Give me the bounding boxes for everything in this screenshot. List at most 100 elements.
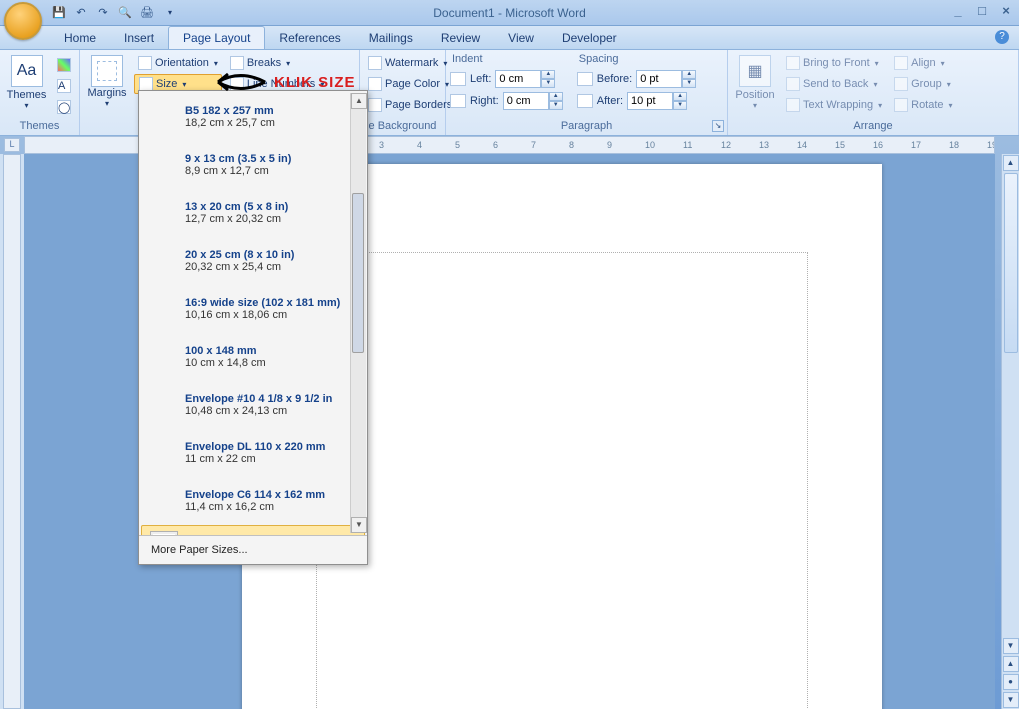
page-borders-button[interactable]: Page Borders [364,95,456,115]
help-icon[interactable]: ? [995,30,1009,44]
bring-front-icon [786,56,800,70]
align-icon [894,56,908,70]
colors-icon [57,58,71,72]
size-option[interactable]: 9 x 13 cm (3.5 x 5 in)8,9 cm x 12,7 cm [139,141,367,189]
office-button[interactable] [4,2,42,40]
spin-up[interactable]: ▲ [549,92,563,101]
size-option[interactable]: 13 x 20 cm (5 x 8 in)12,7 cm x 20,32 cm [139,189,367,237]
tab-insert[interactable]: Insert [110,27,168,49]
indent-right-input[interactable] [503,92,549,110]
scroll-down-button[interactable]: ▼ [1003,638,1019,654]
spin-down[interactable]: ▼ [682,79,696,88]
group-button[interactable]: Group [890,74,956,94]
theme-colors-button[interactable] [53,55,75,75]
paragraph-launcher[interactable]: ↘ [712,120,724,132]
tab-view[interactable]: View [494,27,548,49]
rotate-icon [894,98,908,112]
tab-references[interactable]: References [265,27,354,49]
theme-effects-button[interactable]: ◯ [53,97,75,117]
size-name: B5 182 x 257 mm [185,105,275,117]
spin-up[interactable]: ▲ [541,70,555,79]
size-scroll-thumb[interactable] [352,193,364,353]
scroll-thumb[interactable] [1004,173,1018,353]
themes-icon: Aa [11,55,43,87]
minimize-button[interactable]: _ [951,3,965,18]
spacing-before-input[interactable] [636,70,682,88]
size-dims: 10,16 cm x 18,06 cm [185,309,340,321]
tab-review[interactable]: Review [427,27,494,49]
more-paper-sizes[interactable]: More Paper Sizes... [139,535,367,564]
size-option[interactable]: 100 x 148 mm10 cm x 14,8 cm [139,333,367,381]
size-dims: 8,9 cm x 12,7 cm [185,165,291,177]
size-option[interactable]: Envelope DL 110 x 220 mm11 cm x 22 cm [139,429,367,477]
save-icon[interactable]: 💾 [50,4,68,22]
margins-button[interactable]: Margins▾ [84,53,130,115]
indent-left-row: Left: ▲▼ [450,68,563,89]
restore-button[interactable]: □ [975,3,989,18]
size-name: Envelope C6 114 x 162 mm [185,489,325,501]
print-preview-icon[interactable]: 🔍 [116,4,134,22]
text-wrapping-button[interactable]: Text Wrapping [782,95,886,115]
browse-prev-button[interactable]: ▲ [1003,656,1019,672]
rotate-button[interactable]: Rotate [890,95,956,115]
spin-down[interactable]: ▼ [549,101,563,110]
size-option[interactable]: B5 182 x 257 mm18,2 cm x 25,7 cm [139,93,367,141]
spacing-before-label: Before: [597,73,632,85]
spacing-after-row: After: ▲▼ [577,90,696,111]
group-paragraph: Indent Left: ▲▼ Right: ▲▼ Spacing Before… [446,50,728,135]
spin-down[interactable]: ▼ [673,101,687,110]
size-option[interactable]: Envelope C6 114 x 162 mm11,4 cm x 16,2 c… [139,477,367,525]
scroll-up-button[interactable]: ▲ [1003,155,1019,171]
vertical-ruler[interactable] [3,154,21,709]
browse-object-button[interactable]: ● [1003,674,1019,690]
group-arrange: ▦ Position▾ Bring to Front Send to Back … [728,50,1019,135]
page-color-icon [368,77,382,91]
print-icon[interactable]: 🖨 [138,4,156,22]
close-button[interactable]: × [999,3,1013,18]
indent-right-row: Right: ▲▼ [450,90,563,111]
fonts-icon: A [57,79,71,93]
spin-up[interactable]: ▲ [682,70,696,79]
size-option[interactable]: 16:9 wide size (102 x 181 mm)10,16 cm x … [139,285,367,333]
indent-right-label: Right: [470,95,499,107]
window-title: Document1 - Microsoft Word [433,6,586,20]
size-option[interactable]: Envelope #10 4 1/8 x 9 1/2 in10,48 cm x … [139,381,367,429]
position-icon: ▦ [739,55,771,87]
tab-mailings[interactable]: Mailings [355,27,427,49]
size-scroll-down[interactable]: ▼ [351,517,367,533]
undo-icon[interactable]: ↶ [72,4,90,22]
spin-up[interactable]: ▲ [673,92,687,101]
theme-fonts-button[interactable]: A [53,76,75,96]
tab-developer[interactable]: Developer [548,27,631,49]
align-button[interactable]: Align [890,53,956,73]
position-button[interactable]: ▦ Position▾ [732,53,778,115]
spacing-heading: Spacing [577,53,696,67]
orientation-button[interactable]: Orientation [134,53,222,73]
indent-left-input[interactable] [495,70,541,88]
annotation: KLIK SIZE [210,64,356,100]
tab-home[interactable]: Home [50,27,110,49]
redo-icon[interactable]: ↷ [94,4,112,22]
size-option[interactable]: 20 x 25 cm (8 x 10 in)20,32 cm x 25,4 cm [139,237,367,285]
send-back-button[interactable]: Send to Back [782,74,886,94]
group-label-arrange: Arrange [732,118,1014,135]
text-wrap-icon [786,98,800,112]
themes-button[interactable]: Aa Themes▾ [4,53,49,115]
spin-down[interactable]: ▼ [541,79,555,88]
bring-front-button[interactable]: Bring to Front [782,53,886,73]
vertical-scrollbar[interactable]: ▲ ▼ ▲ ● ▼ [1001,154,1019,709]
size-option[interactable]: Letter 8 1/2 x 11 in21,59 cm x 27,94 cm [141,525,365,535]
qat-more-icon[interactable] [160,4,178,22]
spacing-after-input[interactable] [627,92,673,110]
quick-access-toolbar: 💾 ↶ ↷ 🔍 🖨 [50,4,178,22]
tab-page-layout[interactable]: Page Layout [168,26,265,49]
watermark-button[interactable]: Watermark [364,53,456,73]
effects-icon: ◯ [57,100,71,114]
size-menu-scrollbar[interactable]: ▲ ▼ [350,93,366,533]
size-name: 100 x 148 mm [185,345,266,357]
group-page-background: Watermark Page Color Page Borders e Back… [360,50,446,135]
ribbon-tabs: Home Insert Page Layout References Maili… [0,26,1019,50]
page-color-button[interactable]: Page Color [364,74,456,94]
browse-next-button[interactable]: ▼ [1003,692,1019,708]
ruler-corner[interactable]: L [4,138,20,152]
